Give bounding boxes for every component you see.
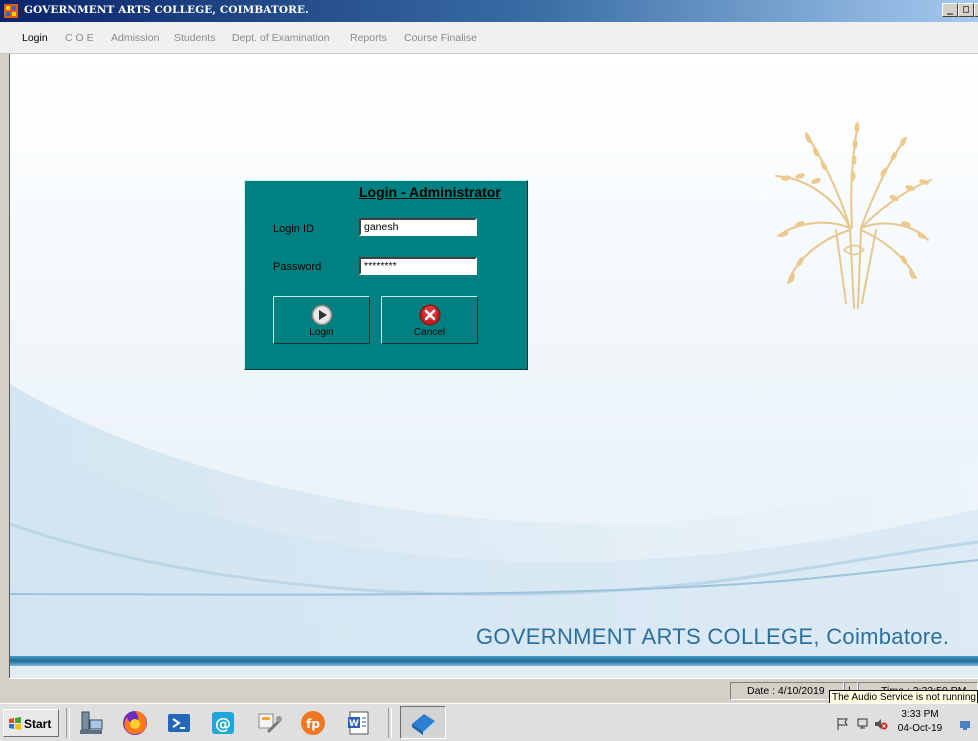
- maximize-button[interactable]: □: [958, 3, 974, 17]
- cancel-x-icon: [419, 304, 441, 326]
- system-tray: 3:33 PM 04-Oct-19: [828, 708, 978, 738]
- login-title: Login - Administrator: [359, 184, 501, 200]
- status-date: Date : 4/10/2019: [730, 682, 844, 700]
- taskbar-separator: [388, 708, 392, 738]
- action-center-flag-icon[interactable]: [836, 717, 850, 731]
- window-title: GOVERNMENT ARTS COLLEGE, COIMBATORE.: [24, 4, 309, 16]
- main-client-area: GOVERNMENT ARTS COLLEGE, Coimbatore. Log…: [9, 54, 978, 678]
- svg-text:@: @: [215, 714, 231, 733]
- taskbar: Start @ fp W 3:33 PM 04-Oct-19: [0, 703, 978, 741]
- password-label: Password: [273, 261, 322, 273]
- menu-coe[interactable]: C O E: [65, 32, 94, 44]
- active-app-taskbar-button[interactable]: [400, 706, 446, 739]
- svg-text:W: W: [349, 719, 359, 729]
- start-label: Start: [24, 717, 52, 731]
- play-icon: [311, 304, 333, 326]
- taskbar-clock[interactable]: 3:33 PM 04-Oct-19: [890, 708, 950, 736]
- menu-bar: Login C O E Admission Students Dept. of …: [0, 22, 978, 54]
- login-button[interactable]: Login: [273, 296, 370, 344]
- menu-admission[interactable]: Admission: [111, 32, 159, 44]
- login-panel: Login - Administrator Login ID Password …: [244, 180, 528, 370]
- password-input[interactable]: [359, 257, 477, 275]
- minimize-button[interactable]: _: [942, 3, 958, 17]
- cancel-button-label: Cancel: [413, 327, 446, 338]
- login-id-label: Login ID: [273, 223, 314, 235]
- menu-students[interactable]: Students: [174, 32, 215, 44]
- powershell-icon[interactable]: [164, 708, 194, 738]
- window-title-bar[interactable]: GOVERNMENT ARTS COLLEGE, COIMBATORE. _ □…: [0, 0, 978, 22]
- menu-login[interactable]: Login: [22, 32, 48, 44]
- word-document-icon[interactable]: W: [344, 708, 374, 738]
- book-app-icon: [412, 714, 435, 735]
- network-computer-icon[interactable]: [76, 708, 106, 738]
- clock-time: 3:33 PM: [901, 709, 939, 720]
- volume-muted-icon[interactable]: [874, 717, 888, 731]
- email-at-icon[interactable]: @: [208, 708, 238, 738]
- show-desktop-icon[interactable]: [958, 717, 972, 731]
- app-icon: [4, 4, 18, 18]
- firefox-icon[interactable]: [120, 708, 150, 738]
- cancel-button[interactable]: Cancel: [381, 296, 478, 344]
- start-button[interactable]: Start: [3, 709, 59, 737]
- close-button[interactable]: ×: [974, 3, 978, 17]
- login-button-label: Login: [309, 327, 334, 338]
- network-icon[interactable]: [856, 717, 870, 731]
- menu-reports[interactable]: Reports: [350, 32, 387, 44]
- foxit-fp-icon[interactable]: fp: [298, 708, 328, 738]
- menu-dept-of-examination[interactable]: Dept. of Examination: [232, 32, 329, 44]
- setup-tools-icon[interactable]: [254, 708, 284, 738]
- menu-course-finalise[interactable]: Course Finalise: [404, 32, 477, 44]
- clock-date: 04-Oct-19: [897, 723, 943, 734]
- college-name-banner: GOVERNMENT ARTS COLLEGE, Coimbatore.: [476, 624, 950, 649]
- taskbar-separator: [66, 708, 70, 738]
- wheat-logo-decoration: [775, 122, 932, 309]
- windows-flag-icon: [9, 717, 21, 730]
- svg-text:fp: fp: [306, 717, 320, 731]
- login-id-input[interactable]: [359, 218, 477, 236]
